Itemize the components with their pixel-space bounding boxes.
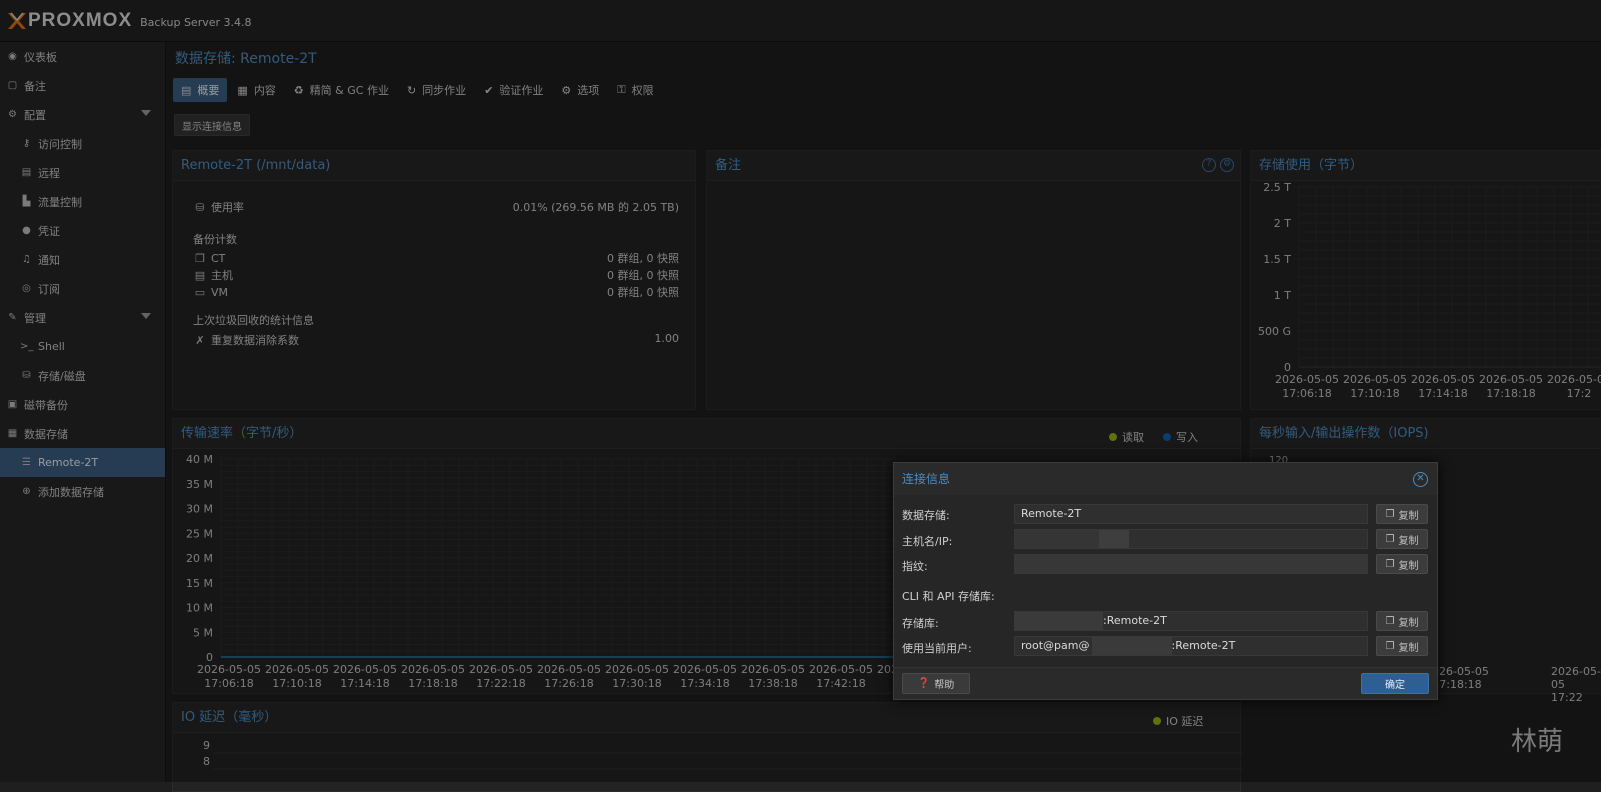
close-icon[interactable]: ✕ [1413, 472, 1428, 487]
help-label: 帮助 [934, 676, 954, 691]
cli-title: CLI 和 API 存储库: [902, 588, 995, 604]
copy-user-button[interactable]: ❐复制 [1376, 636, 1428, 656]
redacted-block [1099, 530, 1129, 548]
ok-button[interactable]: 确定 [1361, 673, 1429, 694]
copy-label: 复制 [1398, 614, 1418, 629]
user-prefix: root@pam@ [1021, 639, 1090, 652]
redacted-block [1015, 530, 1099, 548]
datastore-label: 数据存储: [902, 507, 950, 523]
help-button[interactable]: ❓ 帮助 [902, 673, 970, 694]
fingerprint-field[interactable] [1014, 554, 1368, 574]
copy-label: 复制 [1398, 557, 1418, 572]
copy-fingerprint-button[interactable]: ❐复制 [1376, 554, 1428, 574]
host-field[interactable] [1014, 529, 1368, 549]
copy-icon: ❐ [1386, 534, 1395, 545]
copy-label: 复制 [1398, 639, 1418, 654]
user-suffix: :Remote-2T [1172, 639, 1236, 652]
repo-suffix: :Remote-2T [1103, 614, 1167, 627]
user-field[interactable]: root@pam@ :Remote-2T [1014, 636, 1368, 656]
copy-icon: ❐ [1386, 559, 1395, 570]
copy-icon: ❐ [1386, 641, 1395, 652]
user-label: 使用当前用户: [902, 640, 972, 656]
fingerprint-label: 指纹: [902, 558, 928, 574]
dialog-footer: ❓ 帮助 确定 [894, 667, 1437, 699]
connection-info-dialog: 连接信息 ✕ 数据存储: Remote-2T ❐复制 主机名/IP: ❐复制 指… [893, 462, 1438, 700]
copy-datastore-button[interactable]: ❐复制 [1376, 504, 1428, 524]
copy-repo-button[interactable]: ❐复制 [1376, 611, 1428, 631]
copy-icon: ❐ [1386, 616, 1395, 627]
datastore-field[interactable]: Remote-2T [1014, 504, 1368, 524]
repo-label: 存储库: [902, 615, 939, 631]
dialog-title: 连接信息 [894, 463, 1437, 495]
question-icon: ❓ [918, 678, 930, 689]
copy-label: 复制 [1398, 532, 1418, 547]
redacted-block [1092, 637, 1172, 655]
copy-icon: ❐ [1386, 509, 1395, 520]
copy-label: 复制 [1398, 507, 1418, 522]
watermark: 林萌 [1511, 721, 1563, 758]
redacted-block [1015, 612, 1103, 630]
copy-host-button[interactable]: ❐复制 [1376, 529, 1428, 549]
host-label: 主机名/IP: [902, 533, 952, 549]
repo-field[interactable]: :Remote-2T [1014, 611, 1368, 631]
